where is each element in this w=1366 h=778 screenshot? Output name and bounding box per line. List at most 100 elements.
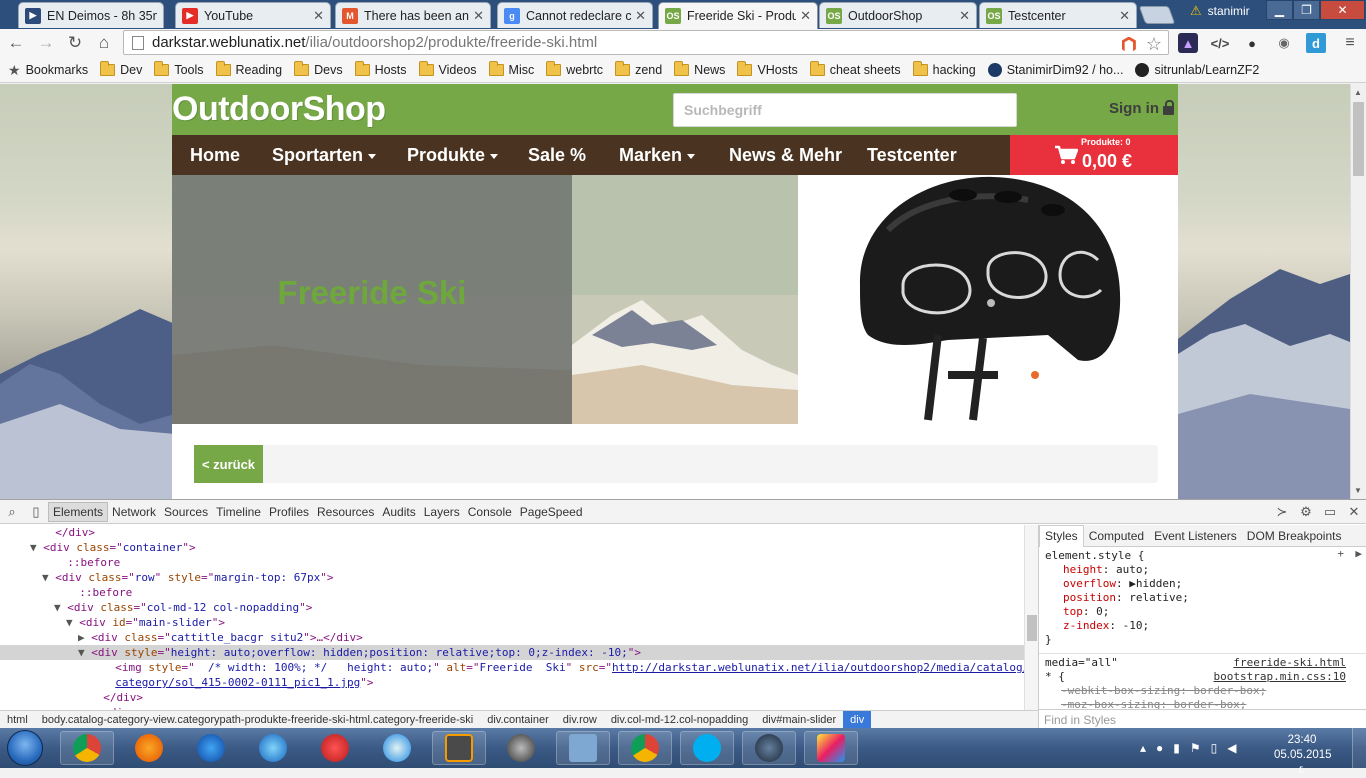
maximize-button[interactable]: ❐: [1293, 0, 1320, 20]
dom-tree-line[interactable]: </div>: [0, 525, 1024, 540]
bookmark-folder[interactable]: News: [674, 61, 725, 77]
forward-arrow-icon[interactable]: →: [36, 33, 56, 53]
bookmark-folder[interactable]: Hosts: [354, 61, 407, 77]
search-input[interactable]: [673, 93, 1017, 127]
spy-icon[interactable]: ●: [1242, 33, 1262, 53]
d-extension-icon[interactable]: d: [1306, 33, 1326, 53]
styles-tab-styles[interactable]: Styles: [1039, 524, 1084, 547]
breadcrumb-item[interactable]: div.container: [480, 711, 556, 729]
bookmark-star-icon[interactable]: ☆: [1146, 34, 1162, 55]
nav-news[interactable]: News & Mehr: [729, 145, 842, 166]
close-icon[interactable]: ✕: [1342, 500, 1366, 524]
find-in-styles-input[interactable]: Find in Styles: [1039, 709, 1366, 729]
taskbar-chrome-canary[interactable]: [618, 731, 672, 765]
taskbar-safari[interactable]: [370, 731, 424, 765]
browser-tab-freeride-ski[interactable]: OS Freeride Ski - Produ ✕: [658, 2, 818, 29]
start-button[interactable]: [7, 730, 43, 766]
expand-triangle-icon[interactable]: ▼: [30, 541, 43, 554]
scroll-up-icon[interactable]: ▲: [1354, 88, 1362, 97]
expand-triangle-icon[interactable]: ▼: [42, 571, 55, 584]
dom-tree-line[interactable]: ::before: [0, 555, 1024, 570]
bookmark-folder[interactable]: Devs: [294, 61, 343, 77]
dock-icon[interactable]: ▭: [1318, 500, 1342, 524]
bookmark-folder[interactable]: Reading: [215, 61, 282, 77]
site-logo[interactable]: OutdoorShop: [172, 90, 386, 129]
close-icon[interactable]: ✕: [635, 8, 646, 24]
dom-tree-line[interactable]: category/sol_415-0002-0111_pic1_1.jpg">: [0, 675, 1024, 690]
devtools-tab-profiles[interactable]: Profiles: [265, 505, 313, 519]
back-button[interactable]: < zurück: [194, 445, 263, 483]
dom-tree-line[interactable]: ▼ <div class="row" style="margin-top: 67…: [0, 570, 1024, 585]
devtools-tab-audits[interactable]: Audits: [378, 505, 419, 519]
bookmark-folder[interactable]: VHosts: [737, 61, 798, 77]
volume-icon[interactable]: ◀: [1227, 741, 1236, 755]
bookmark-github[interactable]: StanimirDim92 / ho...: [987, 63, 1123, 77]
speed-icon[interactable]: ◉: [1274, 33, 1294, 53]
magento-icon[interactable]: [1121, 36, 1136, 52]
browser-tab-testcenter[interactable]: OS Testcenter ✕: [979, 2, 1137, 28]
close-icon[interactable]: ✕: [959, 8, 970, 24]
taskbar-steam[interactable]: [742, 731, 796, 765]
new-tab-button[interactable]: [1138, 6, 1176, 24]
close-icon[interactable]: ✕: [1119, 8, 1130, 24]
devtools-tab-sources[interactable]: Sources: [160, 505, 212, 519]
gear-icon[interactable]: ⚙: [1294, 500, 1318, 524]
bookmark-folder[interactable]: zend: [615, 61, 662, 77]
breadcrumb-item[interactable]: html: [0, 711, 35, 729]
browser-tab-youtube[interactable]: ▶ YouTube ✕: [175, 2, 331, 28]
devtools-tab-layers[interactable]: Layers: [420, 505, 464, 519]
show-desktop-button[interactable]: [1352, 728, 1366, 768]
style-property[interactable]: z-index: -10;: [1039, 619, 1366, 633]
add-rule-icon[interactable]: +: [1337, 547, 1344, 560]
devtools-tab-elements[interactable]: Elements: [48, 501, 109, 522]
drawer-icon[interactable]: ≻: [1270, 500, 1294, 524]
collapse-triangle-icon[interactable]: ▶: [78, 631, 91, 644]
bookmark-folder[interactable]: webrtc: [546, 61, 603, 77]
dom-tree-line[interactable]: ▼ <div style="height: auto;overflow: hid…: [0, 645, 1024, 660]
nav-sportarten[interactable]: Sportarten: [272, 145, 377, 166]
search-icon[interactable]: ⌕: [0, 500, 24, 524]
taskbar-skype[interactable]: [680, 731, 734, 765]
dom-tree-line[interactable]: ::before: [0, 585, 1024, 600]
profile-button[interactable]: ⚠ stanimir: [1190, 1, 1250, 21]
taskbar-opera[interactable]: [308, 731, 362, 765]
expand-triangle-icon[interactable]: ▼: [54, 601, 67, 614]
back-arrow-icon[interactable]: ←: [6, 33, 26, 53]
expand-triangle-icon[interactable]: ▼: [78, 646, 91, 659]
system-clock[interactable]: 23:40 05.05.2015 г.: [1274, 733, 1332, 778]
scroll-down-icon[interactable]: ▼: [1354, 486, 1362, 495]
home-icon[interactable]: ⌂: [94, 33, 114, 53]
style-property[interactable]: overflow: ▶hidden;: [1039, 577, 1366, 591]
nav-home[interactable]: Home: [190, 145, 240, 166]
address-bar[interactable]: darkstar.weblunatix.net/ilia/outdoorshop…: [123, 30, 1169, 55]
breadcrumb-item[interactable]: div#main-slider: [755, 711, 843, 729]
dom-tree-line[interactable]: ▼ <div class="col-md-12 col-nopadding">: [0, 600, 1024, 615]
battery-icon[interactable]: ▯: [1211, 741, 1218, 755]
nav-marken[interactable]: Marken: [619, 145, 696, 166]
bookmark-folder[interactable]: hacking: [912, 61, 976, 77]
struck-property[interactable]: -webkit-box-sizing: border-box;: [1039, 684, 1366, 698]
scrollbar-thumb[interactable]: [1353, 102, 1364, 176]
browser-tab-magento-error[interactable]: M There has been an e ✕: [335, 2, 491, 28]
device-mode-icon[interactable]: ▯: [24, 500, 48, 524]
browser-tab-google[interactable]: g Cannot redeclare cla ✕: [497, 2, 653, 28]
styles-tab-computed[interactable]: Computed: [1084, 529, 1149, 543]
reload-icon[interactable]: ↻: [65, 33, 85, 53]
browser-tab-outdoorshop[interactable]: OS OutdoorShop ✕: [819, 2, 977, 28]
bookmark-folder[interactable]: Misc: [488, 61, 534, 77]
taskbar-network-manager[interactable]: [556, 731, 610, 765]
style-source-link[interactable]: freeride-ski.html: [1233, 656, 1346, 669]
nav-sale[interactable]: Sale %: [528, 145, 586, 166]
style-property[interactable]: position: relative;: [1039, 591, 1366, 605]
taskbar-chrome[interactable]: [60, 731, 114, 765]
breadcrumb-item[interactable]: div.row: [556, 711, 604, 729]
scrollbar-thumb[interactable]: [1027, 615, 1037, 641]
menu-icon[interactable]: ≡: [1340, 33, 1360, 53]
taskbar-firefox-dev[interactable]: [184, 731, 238, 765]
devtools-tab-network[interactable]: Network: [108, 505, 160, 519]
browser-tab-deimos[interactable]: ▶ EN Deimos - 8h 35m: [18, 2, 164, 28]
close-window-button[interactable]: ✕: [1320, 0, 1365, 20]
dom-tree-line[interactable]: <img style=" /* width: 100%; */ height: …: [0, 660, 1024, 675]
breadcrumb-item[interactable]: body.catalog-category-view.categorypath-…: [35, 711, 480, 729]
style-property[interactable]: top: 0;: [1039, 605, 1366, 619]
